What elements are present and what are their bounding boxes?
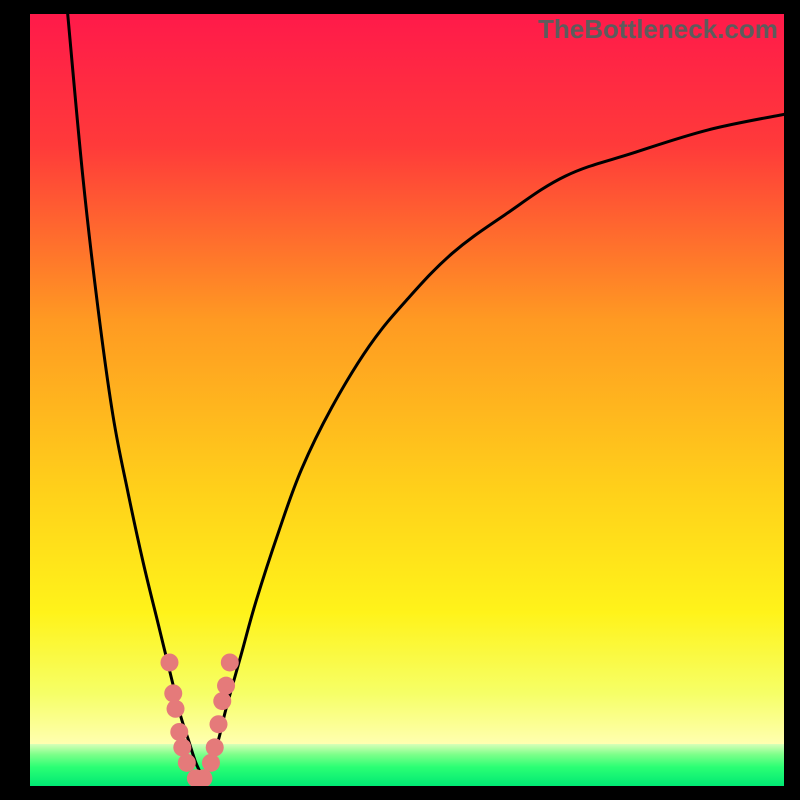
data-point-marker (170, 723, 188, 741)
data-point-marker (178, 754, 196, 772)
data-point-marker (213, 692, 231, 710)
data-point-marker (173, 738, 191, 756)
data-point-marker (217, 677, 235, 695)
data-point-marker (221, 653, 239, 671)
curve-right-branch (203, 114, 784, 778)
chart-svg (30, 14, 784, 786)
plot-area: TheBottleneck.com (30, 14, 784, 786)
data-point-marker (160, 653, 178, 671)
data-point-marker (202, 754, 220, 772)
data-point-marker (210, 715, 228, 733)
data-point-marker (167, 700, 185, 718)
outer-frame: TheBottleneck.com (0, 0, 800, 800)
data-point-marker (206, 738, 224, 756)
curve-left-branch (68, 14, 204, 778)
data-point-marker (164, 684, 182, 702)
